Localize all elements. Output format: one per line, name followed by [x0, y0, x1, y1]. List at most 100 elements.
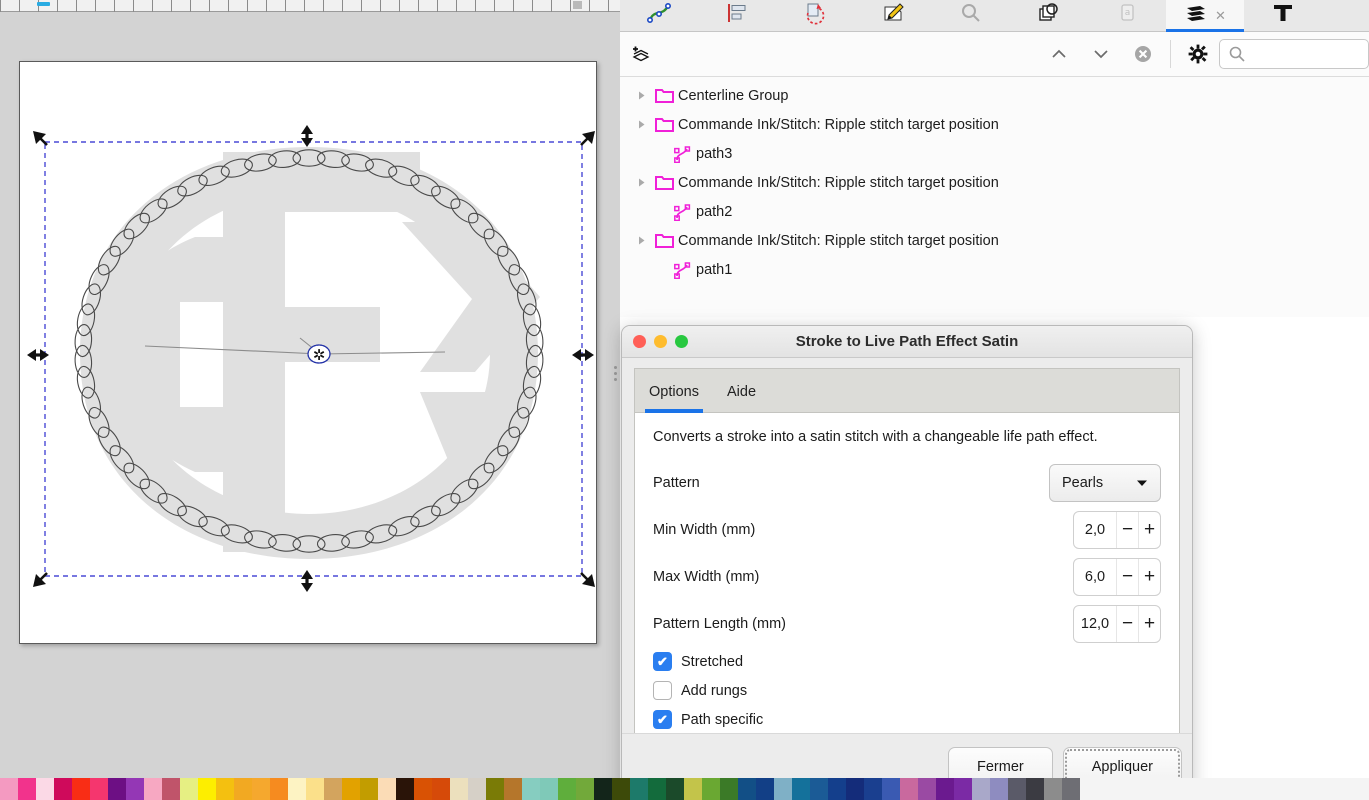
palette-swatch[interactable] — [756, 778, 774, 800]
tab-objects[interactable] — [1010, 0, 1088, 31]
chevron-up-icon[interactable] — [1038, 34, 1080, 74]
palette-swatch[interactable] — [612, 778, 630, 800]
palette-swatch[interactable] — [504, 778, 522, 800]
palette-swatch[interactable] — [576, 778, 594, 800]
dialog-titlebar[interactable]: Stroke to Live Path Effect Satin — [622, 326, 1192, 358]
palette-swatch[interactable] — [378, 778, 396, 800]
tab-text-properties[interactable]: a — [1088, 0, 1166, 31]
palette-swatch[interactable] — [252, 778, 270, 800]
palette-swatch[interactable] — [216, 778, 234, 800]
pattern-length-value[interactable]: 12,0 — [1074, 606, 1116, 642]
palette-swatch[interactable] — [990, 778, 1008, 800]
palette-swatch[interactable] — [288, 778, 306, 800]
stretched-checkbox[interactable]: ✔ — [653, 652, 672, 671]
palette-swatch[interactable] — [558, 778, 576, 800]
expand-triangle-icon[interactable] — [632, 119, 650, 130]
palette-swatch[interactable] — [648, 778, 666, 800]
palette-swatch[interactable] — [972, 778, 990, 800]
palette-swatch[interactable] — [1062, 778, 1080, 800]
palette-swatch[interactable] — [270, 778, 288, 800]
palette-swatch[interactable] — [162, 778, 180, 800]
layers-list[interactable]: Centerline Group Commande Ink/Stitch: Rip… — [620, 77, 1369, 317]
layer-row[interactable]: path3 — [620, 139, 1369, 168]
palette-swatch[interactable] — [450, 778, 468, 800]
palette-swatch[interactable] — [342, 778, 360, 800]
palette-swatch[interactable] — [522, 778, 540, 800]
rotation-center-marker[interactable]: ✲ — [307, 344, 331, 364]
chevron-down-icon[interactable] — [1080, 34, 1122, 74]
checkbox-path-specific[interactable]: ✔ Path specific — [653, 705, 1161, 734]
layers-toolbar[interactable] — [620, 32, 1369, 77]
palette-swatch[interactable] — [18, 778, 36, 800]
tab-align[interactable] — [698, 0, 776, 31]
expand-triangle-icon[interactable] — [632, 235, 650, 246]
path-specific-checkbox[interactable]: ✔ — [653, 710, 672, 729]
gear-icon[interactable] — [1177, 34, 1219, 74]
palette-swatch[interactable] — [792, 778, 810, 800]
palette-swatch[interactable] — [594, 778, 612, 800]
layer-row[interactable]: Commande Ink/Stitch: Ripple stitch targe… — [620, 110, 1369, 139]
palette-swatch[interactable] — [738, 778, 756, 800]
layer-row[interactable]: Commande Ink/Stitch: Ripple stitch targe… — [620, 226, 1369, 255]
palette-swatch[interactable] — [36, 778, 54, 800]
palette-swatch[interactable] — [306, 778, 324, 800]
inkscape-canvas[interactable]: ✲ — [0, 0, 620, 800]
add-rungs-checkbox[interactable] — [653, 681, 672, 700]
max-width-increment[interactable]: + — [1138, 558, 1160, 595]
layer-row[interactable]: path2 — [620, 197, 1369, 226]
horizontal-ruler[interactable] — [0, 0, 620, 12]
pattern-length-decrement[interactable]: − — [1116, 605, 1138, 642]
palette-swatch[interactable] — [936, 778, 954, 800]
tab-pen-tool[interactable] — [854, 0, 932, 31]
palette-swatch[interactable] — [180, 778, 198, 800]
layer-row[interactable]: path1 — [620, 255, 1369, 284]
palette-swatch[interactable] — [54, 778, 72, 800]
palette-swatch[interactable] — [954, 778, 972, 800]
palette-swatch[interactable] — [882, 778, 900, 800]
max-width-value[interactable]: 6,0 — [1074, 559, 1116, 595]
color-palette[interactable] — [0, 778, 1369, 800]
palette-swatch[interactable] — [1026, 778, 1044, 800]
checkbox-stretched[interactable]: ✔ Stretched — [653, 647, 1161, 676]
palette-swatch[interactable] — [234, 778, 252, 800]
layer-row[interactable]: Commande Ink/Stitch: Ripple stitch targe… — [620, 168, 1369, 197]
tab-layers[interactable]: ✕ — [1166, 0, 1244, 32]
palette-swatch[interactable] — [108, 778, 126, 800]
max-width-spinner[interactable]: 6,0 − + — [1073, 557, 1161, 596]
palette-swatch[interactable] — [126, 778, 144, 800]
dock-tab-bar[interactable]: a ✕ — [620, 0, 1369, 32]
tab-xml-editor[interactable] — [620, 0, 698, 31]
palette-swatch[interactable] — [774, 778, 792, 800]
layer-row[interactable]: Centerline Group — [620, 81, 1369, 110]
palette-swatch[interactable] — [198, 778, 216, 800]
min-width-increment[interactable]: + — [1138, 511, 1160, 548]
palette-swatch[interactable] — [900, 778, 918, 800]
palette-swatch[interactable] — [666, 778, 684, 800]
panel-splitter-handle[interactable] — [611, 360, 619, 386]
palette-swatch[interactable] — [702, 778, 720, 800]
tab-aide[interactable]: Aide — [713, 384, 770, 412]
palette-swatch[interactable] — [846, 778, 864, 800]
pattern-dropdown[interactable]: Pearls — [1049, 463, 1161, 502]
palette-swatch[interactable] — [720, 778, 738, 800]
add-layer-icon[interactable] — [620, 34, 662, 74]
pattern-length-spinner[interactable]: 12,0 − + — [1073, 604, 1161, 643]
palette-swatch[interactable] — [432, 778, 450, 800]
palette-swatch[interactable] — [810, 778, 828, 800]
palette-swatch[interactable] — [0, 778, 18, 800]
checkbox-add-rungs[interactable]: Add rungs — [653, 676, 1161, 705]
close-icon[interactable]: ✕ — [1215, 8, 1226, 24]
tab-options[interactable]: Options — [635, 384, 713, 413]
tab-find[interactable] — [932, 0, 1010, 31]
palette-swatch[interactable] — [72, 778, 90, 800]
palette-swatch[interactable] — [144, 778, 162, 800]
palette-swatch[interactable] — [486, 778, 504, 800]
palette-swatch[interactable] — [630, 778, 648, 800]
palette-swatch[interactable] — [360, 778, 378, 800]
palette-swatch[interactable] — [864, 778, 882, 800]
delete-circle-icon[interactable] — [1122, 34, 1164, 74]
min-width-value[interactable]: 2,0 — [1074, 512, 1116, 548]
palette-swatch[interactable] — [324, 778, 342, 800]
pattern-length-increment[interactable]: + — [1138, 605, 1160, 642]
palette-swatch[interactable] — [414, 778, 432, 800]
